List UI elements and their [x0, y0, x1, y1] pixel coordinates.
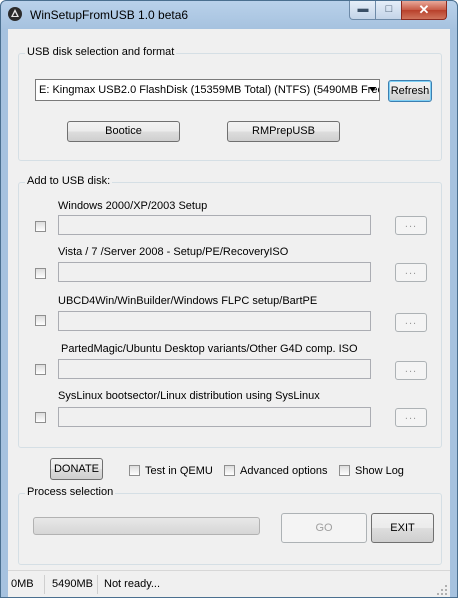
usb-disk-select-value: E: Kingmax USB2.0 FlashDisk (15359MB Tot… [39, 84, 380, 96]
test-qemu-label[interactable]: Test in QEMU [145, 465, 213, 477]
process-selection-group-label: Process selection [25, 486, 116, 498]
item-label-windows-xp: Windows 2000/XP/2003 Setup [58, 200, 208, 212]
show-log-checkbox[interactable] [339, 465, 350, 476]
usb-disk-group-label: USB disk selection and format [25, 46, 177, 58]
item-label-syslinux: SysLinux bootsector/Linux distribution u… [58, 390, 320, 402]
donate-button[interactable]: DONATE [50, 458, 103, 480]
status-text: Not ready... [104, 578, 161, 590]
rmprepusb-button[interactable]: RMPrepUSB [227, 121, 340, 142]
progress-bar [33, 517, 260, 535]
bootice-button[interactable]: Bootice [67, 121, 180, 142]
refresh-button[interactable]: Refresh [388, 80, 432, 102]
browse-button-ubcd4win[interactable]: ... [395, 313, 427, 332]
path-input-partedmagic[interactable] [58, 359, 371, 379]
usb-disk-select[interactable]: E: Kingmax USB2.0 FlashDisk (15359MB Tot… [35, 79, 380, 101]
maximize-button[interactable]: □ [375, 1, 403, 20]
window-title: WinSetupFromUSB 1.0 beta6 [30, 8, 189, 22]
show-log-label[interactable]: Show Log [355, 465, 404, 477]
app-window: WinSetupFromUSB 1.0 beta6 ▬ □ ✕ USB disk… [0, 0, 458, 598]
exit-button[interactable]: EXIT [371, 513, 434, 543]
add-to-usb-group: Add to USB disk: Windows 2000/XP/2003 Se… [18, 175, 442, 448]
advanced-options-label[interactable]: Advanced options [240, 465, 327, 477]
path-input-syslinux[interactable] [58, 407, 371, 427]
checkbox-vista-7[interactable] [35, 268, 46, 279]
add-to-usb-group-label: Add to USB disk: [25, 175, 113, 187]
status-divider [97, 575, 98, 594]
status-divider [44, 575, 45, 594]
usb-disk-group: USB disk selection and format E: Kingmax… [18, 46, 442, 161]
chevron-down-icon [369, 87, 376, 92]
path-input-vista-7[interactable] [58, 262, 371, 282]
go-button[interactable]: GO [281, 513, 367, 543]
checkbox-partedmagic[interactable] [35, 364, 46, 375]
process-selection-group: Process selection GO EXIT [18, 486, 442, 565]
path-input-windows-xp[interactable] [58, 215, 371, 235]
status-bar: 0MB 5490MB Not ready... [8, 570, 450, 597]
test-qemu-checkbox[interactable] [129, 465, 140, 476]
path-input-ubcd4win[interactable] [58, 311, 371, 331]
app-icon [8, 7, 22, 21]
browse-button-partedmagic[interactable]: ... [395, 361, 427, 380]
item-label-ubcd4win: UBCD4Win/WinBuilder/Windows FLPC setup/B… [58, 295, 318, 307]
status-free-size: 5490MB [52, 578, 93, 590]
client-area: USB disk selection and format E: Kingmax… [8, 29, 450, 597]
status-used-size: 0MB [11, 578, 34, 590]
browse-button-vista-7[interactable]: ... [395, 263, 427, 282]
advanced-options-checkbox[interactable] [224, 465, 235, 476]
resize-grip-icon[interactable] [437, 585, 448, 596]
checkbox-syslinux[interactable] [35, 412, 46, 423]
checkbox-ubcd4win[interactable] [35, 315, 46, 326]
browse-button-windows-xp[interactable]: ... [395, 216, 427, 235]
checkbox-windows-xp[interactable] [35, 221, 46, 232]
browse-button-syslinux[interactable]: ... [395, 408, 427, 427]
title-bar[interactable]: WinSetupFromUSB 1.0 beta6 ▬ □ ✕ [1, 1, 457, 29]
item-label-vista-7: Vista / 7 /Server 2008 - Setup/PE/Recove… [58, 246, 289, 258]
close-button[interactable]: ✕ [401, 1, 447, 20]
item-label-partedmagic: PartedMagic/Ubuntu Desktop variants/Othe… [58, 343, 358, 355]
minimize-button[interactable]: ▬ [349, 1, 377, 20]
